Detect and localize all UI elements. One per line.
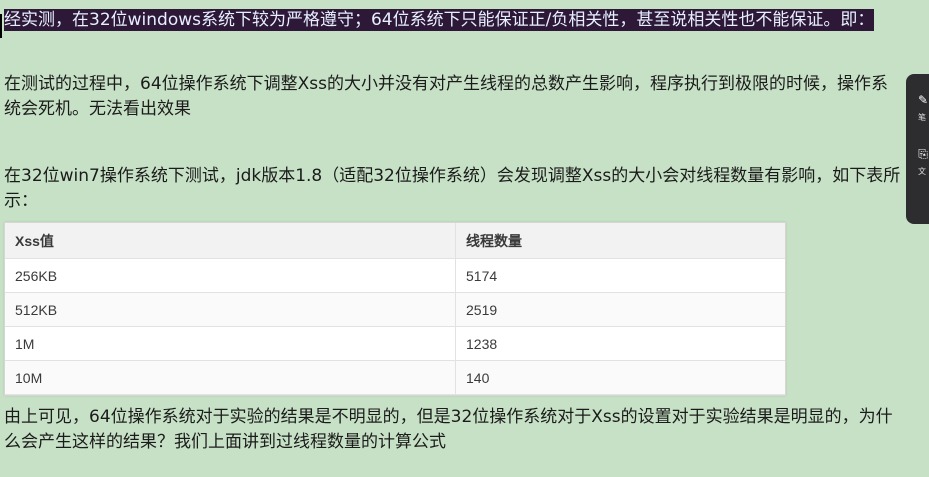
table-cell-threads: 2519 bbox=[455, 292, 785, 327]
table-row: 10M 140 bbox=[5, 360, 785, 395]
side-toolbar: ✎ 笔 ⎘ 文 bbox=[906, 74, 929, 224]
side-item-1-label: 笔 bbox=[918, 113, 926, 122]
paragraph-3: 在32位win7操作系统下测试，jdk版本1.8（适配32位操作系统）会发现调整… bbox=[4, 166, 901, 211]
table-row: 1M 1238 bbox=[5, 326, 785, 361]
table-header-row: Xss值 线程数量 bbox=[5, 223, 785, 259]
xss-thread-table: Xss值 线程数量 256KB 5174 512KB 2519 1M 1238 bbox=[4, 222, 786, 396]
table-cell-xss: 1M bbox=[5, 326, 456, 361]
paragraph-1: 经实测，在32位windows系统下较为严格遵守；64位系统下只能保证正/负相关… bbox=[4, 8, 904, 33]
table-row: 256KB 5174 bbox=[5, 258, 785, 293]
highlighted-text: 经实测，在32位windows系统下较为严格遵守；64位系统下只能保证正/负相关… bbox=[4, 9, 875, 31]
table-cell-threads: 140 bbox=[455, 360, 785, 395]
paragraph-4: 由上可见，64位操作系统对于实验的结果是不明显的，但是32位操作系统对于Xss的… bbox=[4, 407, 893, 452]
table-header-threads: 线程数量 bbox=[455, 223, 785, 259]
table-row: 512KB 2519 bbox=[5, 292, 785, 327]
table-cell-xss: 256KB bbox=[5, 258, 456, 293]
paragraph-2: 在测试的过程中，64位操作系统下调整Xss的大小并没有对产生线程的总数产生影响，… bbox=[4, 74, 888, 119]
side-item-2-label: 文 bbox=[918, 167, 926, 176]
table-cell-xss: 10M bbox=[5, 360, 456, 395]
table-cell-xss: 512KB bbox=[5, 292, 456, 327]
note-icon[interactable]: ✎ bbox=[915, 90, 929, 110]
document-page: 经实测，在32位windows系统下较为严格遵守；64位系统下只能保证正/负相关… bbox=[0, 0, 929, 477]
table-cell-threads: 1238 bbox=[455, 326, 785, 361]
document-icon[interactable]: ⎘ bbox=[915, 144, 929, 164]
table-cell-threads: 5174 bbox=[455, 258, 785, 293]
table-header-xss: Xss值 bbox=[5, 223, 456, 259]
